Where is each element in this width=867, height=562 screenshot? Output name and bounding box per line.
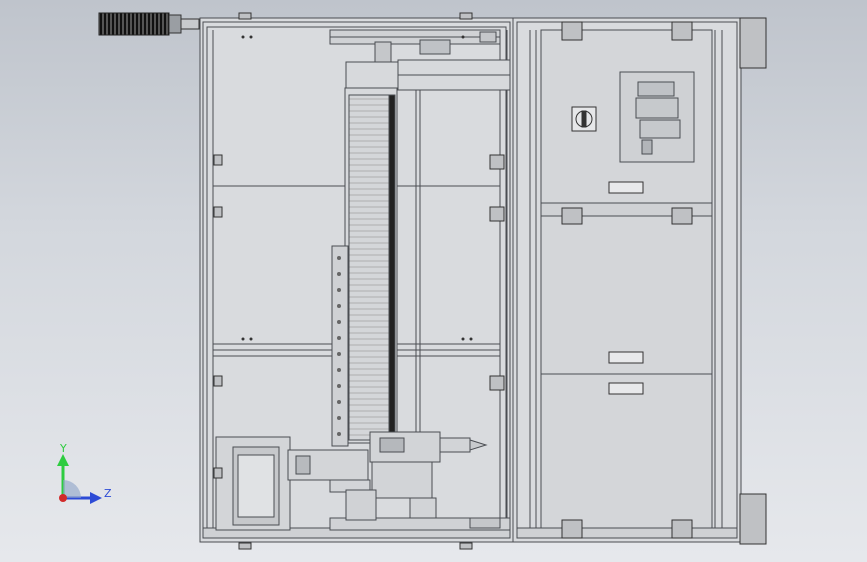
cad-model-viewport[interactable] [0,0,867,562]
x-axis-dot [59,494,67,502]
z-axis-label: Z [104,487,112,500]
main-switch-icon [571,106,597,132]
y-axis-label: Y [59,442,67,455]
pneumatic-panel [619,71,695,163]
stack-light-icon [98,12,200,36]
coordinate-triad: Y Z [57,442,112,504]
